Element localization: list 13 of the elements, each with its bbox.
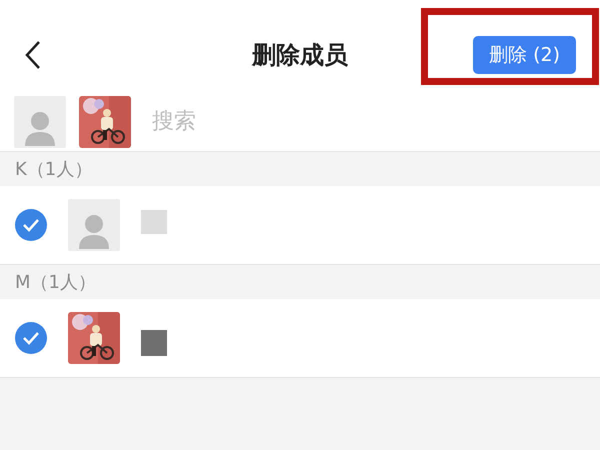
name-redaction: [141, 210, 167, 234]
search-field[interactable]: 搜索: [152, 105, 586, 138]
name-redaction: [141, 330, 167, 356]
check-icon: [22, 331, 40, 345]
section-header: M（1人）: [15, 270, 96, 294]
section-header: K（1人）: [15, 158, 92, 182]
checkbox[interactable]: [15, 322, 47, 354]
delete-button[interactable]: 删除 (2): [473, 36, 576, 74]
search-bar[interactable]: 搜索: [0, 92, 600, 152]
back-icon[interactable]: [24, 40, 42, 70]
page-title: 删除成员: [252, 40, 348, 71]
check-icon: [22, 218, 40, 232]
checkbox[interactable]: [15, 209, 47, 241]
